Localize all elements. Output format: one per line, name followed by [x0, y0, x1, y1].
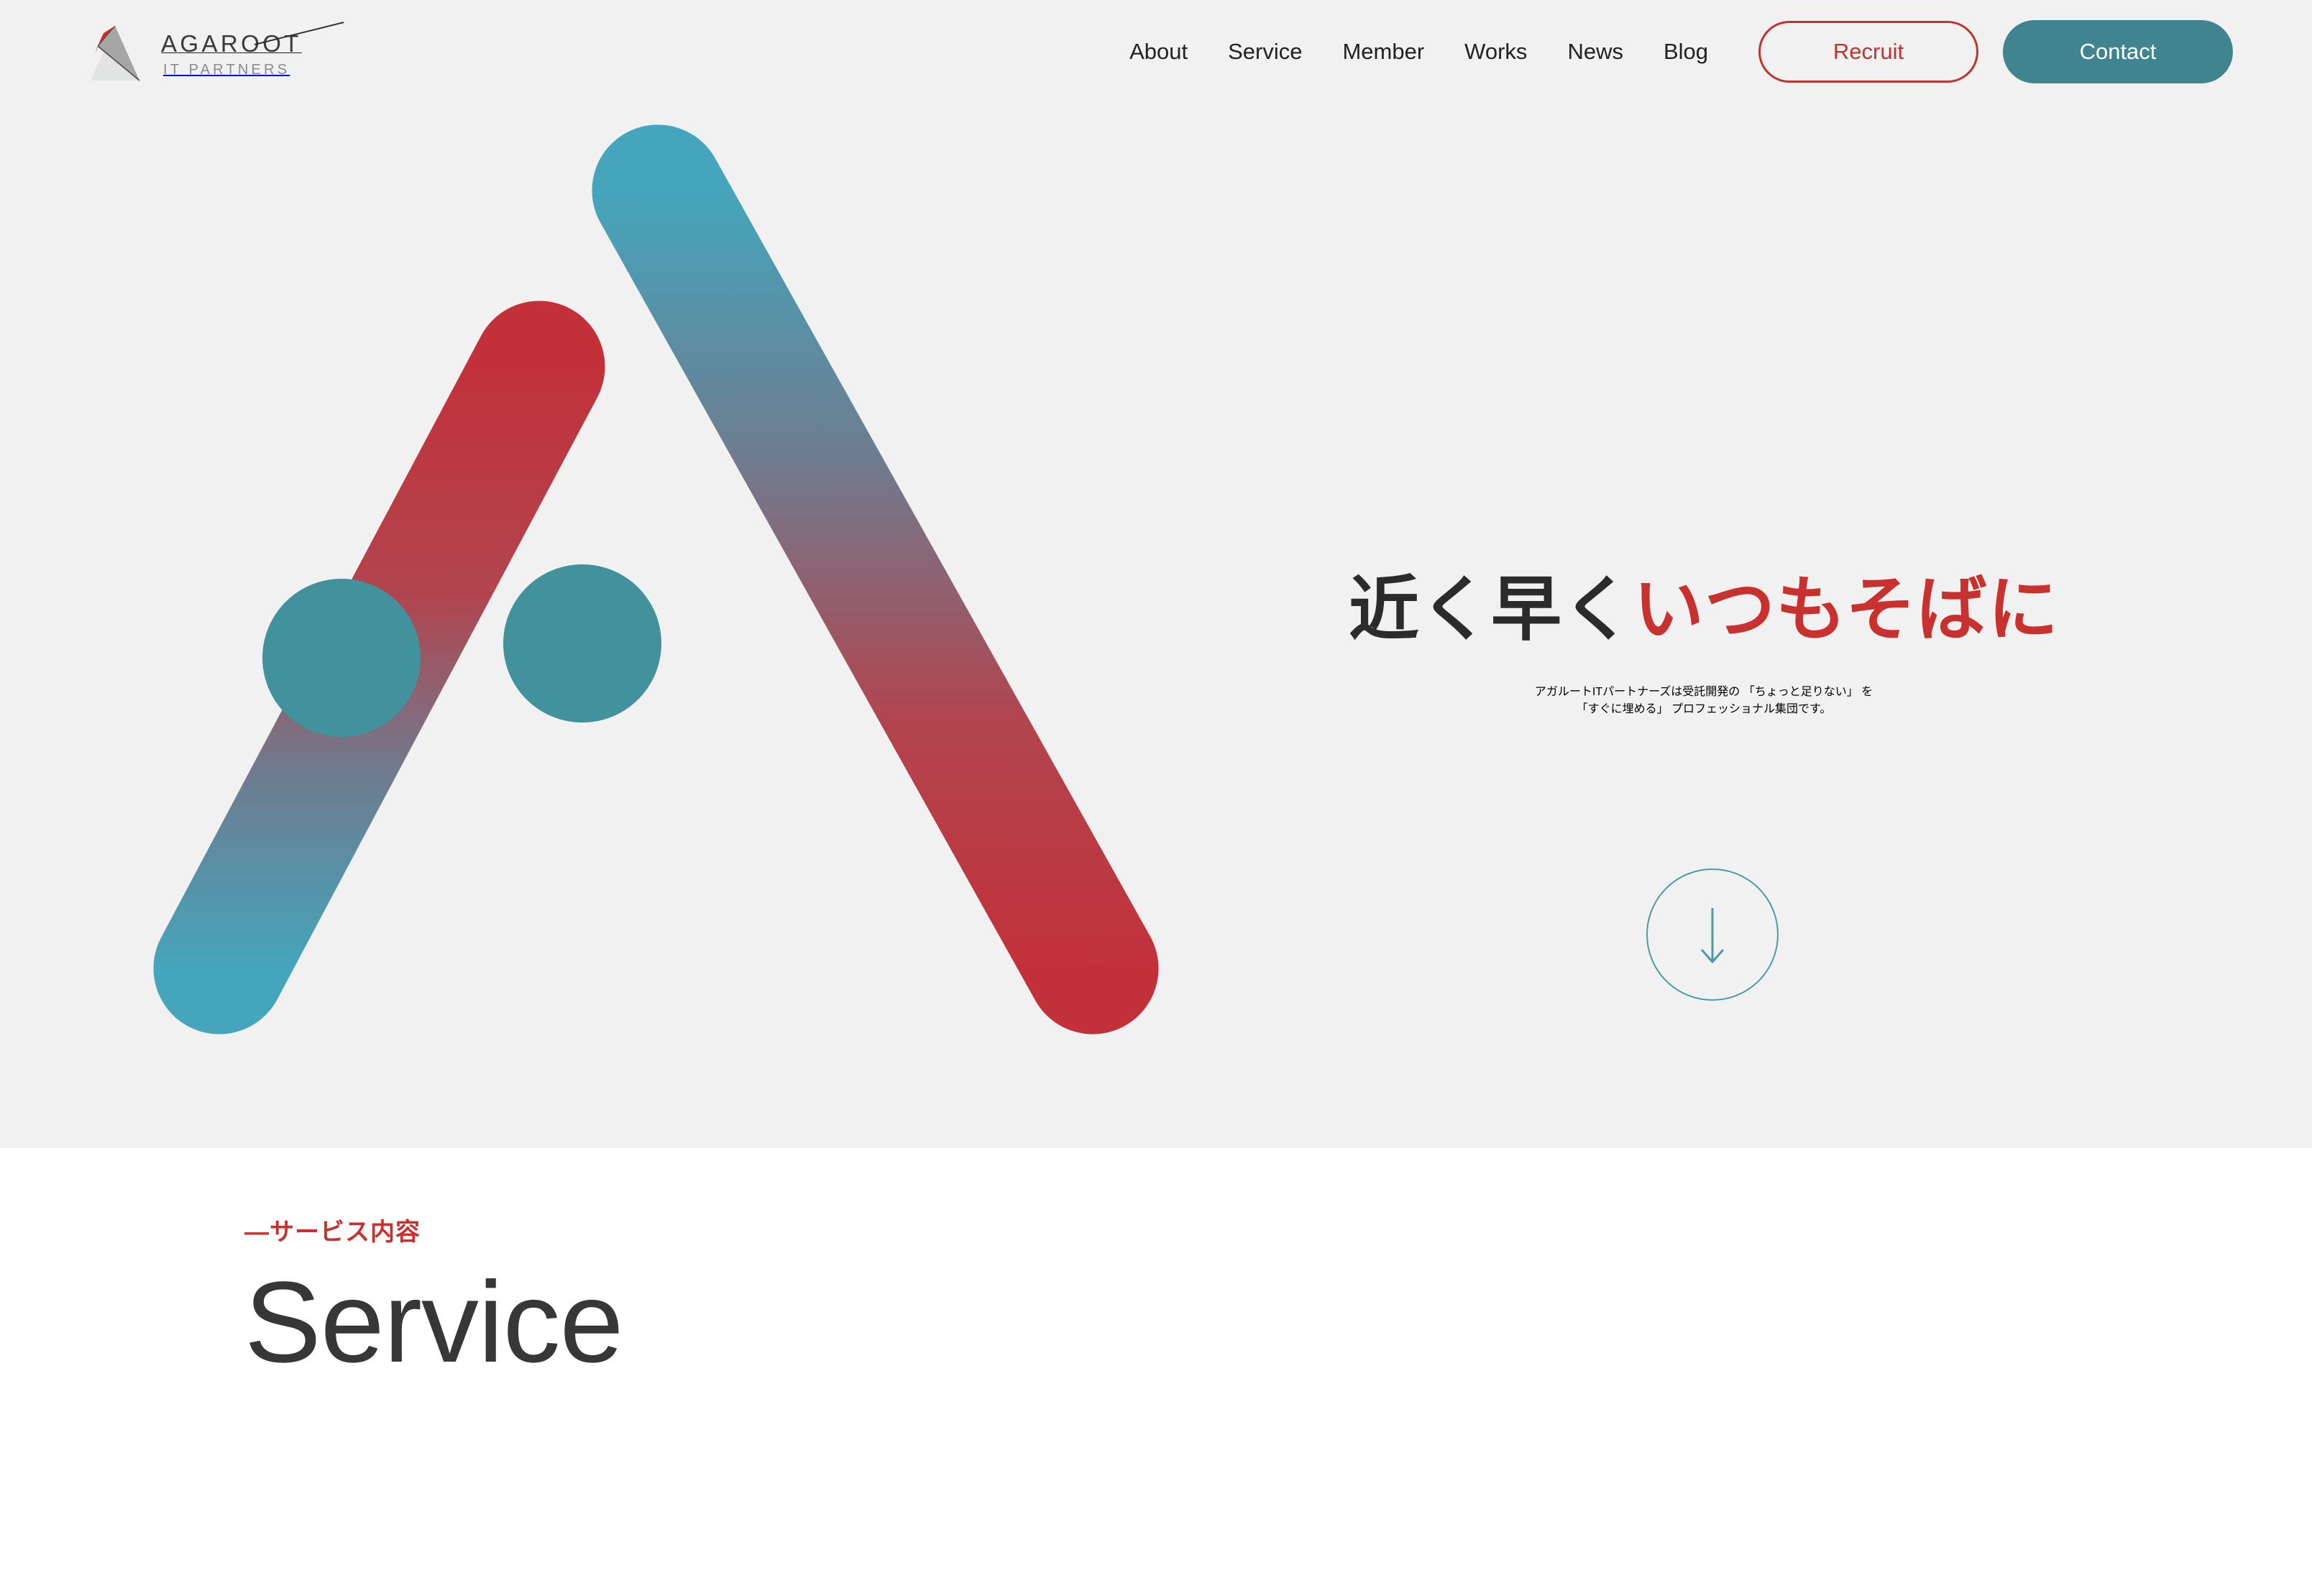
logo-wordmark: AGAROOT — [161, 30, 302, 57]
logo-subtitle: IT PARTNERS — [163, 62, 290, 78]
recruit-button[interactable]: Recruit — [1758, 21, 1978, 83]
nav-item-member[interactable]: Member — [1322, 21, 1444, 83]
hero-section: AGAROOT IT PARTNERS About Service Member… — [0, 0, 2312, 1148]
hero-title-red: いつもそばに — [1633, 569, 2060, 648]
service-title: Service — [244, 1257, 624, 1386]
service-eyebrow: —サービス内容 — [244, 1219, 421, 1246]
triangle-logo-graphic — [153, 124, 1159, 1035]
nav-item-blog[interactable]: Blog — [1643, 21, 1728, 83]
logo-text-group: AGAROOT IT PARTNERS — [161, 22, 344, 78]
left-circle — [262, 579, 421, 737]
right-bar — [592, 124, 1159, 1035]
service-section: —サービス内容 Service — [0, 1148, 2312, 1596]
service-heading-group: —サービス内容 Service — [244, 1219, 624, 1386]
scroll-down-button[interactable] — [1646, 868, 1779, 1001]
site-logo[interactable]: AGAROOT IT PARTNERS — [85, 22, 344, 85]
contact-button[interactable]: Contact — [2003, 20, 2233, 83]
hero-copy: 近く早くいつもそばに アガルートITパートナーズは受託開発の 「ちょっと足りない… — [1287, 568, 2121, 716]
logo-wordmark-wrap: AGAROOT — [161, 22, 344, 58]
right-circle — [503, 564, 661, 723]
nav-item-service[interactable]: Service — [1208, 21, 1322, 83]
hero-title-dark: 近く早く — [1348, 569, 1633, 648]
hero-lead-line-1: アガルートITパートナーズは受託開発の 「ちょっと足りない」 を — [1534, 685, 1873, 698]
arrow-down-icon — [1700, 908, 1725, 964]
main-navigation: About Service Member Works News Blog Rec… — [1109, 20, 2233, 83]
site-header: AGAROOT IT PARTNERS About Service Member… — [0, 0, 2312, 124]
hero-lead-line-2: 「すぐに埋める」 プロフェッショナル集団です。 — [1576, 702, 1832, 715]
nav-item-news[interactable]: News — [1547, 21, 1643, 83]
nav-item-works[interactable]: Works — [1444, 21, 1547, 83]
agaroot-triangle-logo-icon — [91, 25, 140, 81]
hero-title: 近く早くいつもそばに — [1287, 568, 2121, 651]
nav-item-about[interactable]: About — [1109, 21, 1208, 83]
